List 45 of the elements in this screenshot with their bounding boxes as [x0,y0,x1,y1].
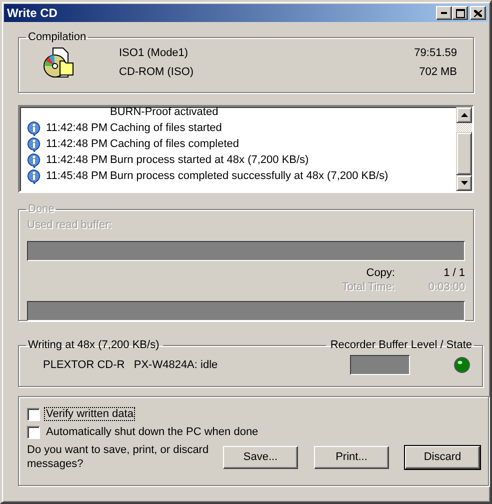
copy-label: Copy: [365,267,395,279]
log-message: Burn process started at 48x (7,200 KB/s) [110,154,309,166]
checkbox[interactable] [27,426,40,438]
log-time: 11:42:48 PM [45,122,109,134]
checkbox[interactable] [27,408,40,420]
info-icon [27,168,41,184]
group-title: Done [27,203,56,215]
scroll-thumb[interactable] [456,132,472,175]
maximize-icon[interactable] [456,8,464,18]
close-icon[interactable] [474,10,482,16]
log-message: Caching of files started [110,122,222,134]
compilation-size: 702 MB [419,65,457,80]
scroll-track[interactable] [456,123,472,132]
maximize-button[interactable] [452,6,468,20]
info-icon [27,120,41,136]
window-title: Write CD [7,6,58,20]
log-message: BURN-Proof activated [110,107,218,118]
action-button[interactable]: Print... [314,446,389,468]
group-title: Recorder Buffer Level / State [330,339,472,351]
action-button[interactable]: Discard [405,446,480,468]
copy-value: 1 / 1 [442,267,465,279]
scroll-down-icon[interactable] [460,181,468,185]
compilation-name: ISO1 (Mode1) [119,46,190,61]
log-time: 11:45:48 PM [45,170,109,182]
minimize-button[interactable] [436,6,452,20]
action-button[interactable]: Save... [223,446,298,468]
log-message: Caching of files completed [110,138,240,150]
compilation-type: CD-ROM (ISO) [119,65,195,80]
log-time: 11:42:48 PM [45,138,109,150]
compilation-length: 79:51.59 [414,46,457,61]
scroll-bar[interactable] [456,107,472,191]
checkbox-label[interactable]: Verify written data [45,408,134,420]
checkbox-label[interactable]: Automatically shut down the PC when done [45,426,260,438]
info-icon [27,136,41,152]
status-led-icon [454,357,470,373]
drive-status: PLEXTOR CD-R PX-W4824A: idle [42,359,219,371]
info-icon [27,152,41,168]
group-title: Compilation [27,31,88,43]
close-button[interactable] [470,6,486,20]
scroll-up-icon[interactable] [460,113,468,117]
log-time: 11:42:48 PM [45,154,109,166]
question-text: Do you want to save, print, or discard messages? [27,443,210,471]
group-title: Writing at 48x (7,200 KB/s) [28,339,160,351]
disc-folder-icon [43,46,75,78]
log-message: Burn process completed successfully at 48x (7,200 KB/s) [110,170,388,182]
